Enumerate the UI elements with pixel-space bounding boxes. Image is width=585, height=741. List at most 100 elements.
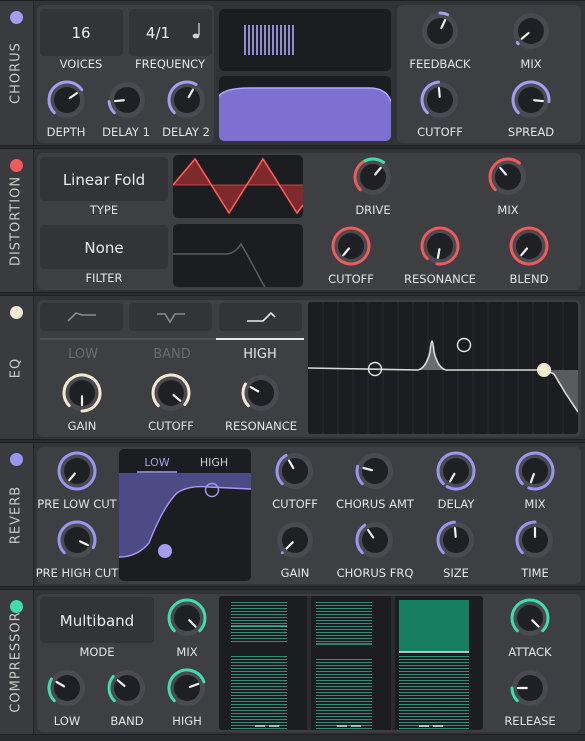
- compressor-band-knob[interactable]: [106, 667, 148, 709]
- distortion-filter-value: None: [84, 239, 124, 257]
- time-knob[interactable]: [514, 519, 556, 561]
- reverb-tab-high[interactable]: HIGH: [200, 456, 228, 469]
- reverb-gain-knob[interactable]: [274, 519, 316, 561]
- distortion-mix-knob[interactable]: [487, 156, 529, 198]
- eq-enable-toggle[interactable]: [10, 306, 23, 319]
- distortion-cutoff-knob[interactable]: [330, 225, 372, 267]
- compressor-mode-label: MODE: [79, 645, 115, 659]
- chorus-mix-knob[interactable]: [510, 10, 552, 52]
- pre-low-cut-knob[interactable]: [56, 450, 98, 492]
- pre-high-cut-knob[interactable]: [56, 519, 98, 561]
- eq-low-shape-button[interactable]: [40, 303, 123, 331]
- chorus-amt-knob[interactable]: [354, 450, 396, 492]
- distortion-resonance-knob[interactable]: [419, 225, 461, 267]
- compressor-title: COMPRESSOR: [8, 611, 24, 713]
- feedback-knob[interactable]: [419, 10, 461, 52]
- distortion-filter-display[interactable]: [173, 224, 303, 287]
- chorus-filter-display[interactable]: [219, 76, 391, 141]
- size-knob[interactable]: [435, 519, 477, 561]
- distortion-cutoff-label: CUTOFF: [328, 272, 374, 286]
- high-shelf-icon: [247, 311, 276, 322]
- reverb-section: REVERB PRE LOW CUT PRE HIGH CUT LOW HIGH…: [0, 442, 585, 587]
- chorus-frq-knob[interactable]: [354, 519, 396, 561]
- chorus-enable-toggle[interactable]: [10, 11, 23, 24]
- distortion-enable-toggle[interactable]: [10, 159, 23, 172]
- reverb-title: REVERB: [8, 485, 24, 544]
- chorus-cutoff-label: CUTOFF: [417, 125, 463, 139]
- eq-band-node[interactable]: [456, 337, 472, 353]
- chorus-amt-label: CHORUS AMT: [336, 497, 414, 511]
- reverb-delay-label: DELAY: [437, 497, 475, 511]
- drive-knob[interactable]: [352, 156, 394, 198]
- distortion-type-label: TYPE: [89, 203, 119, 217]
- release-knob[interactable]: [509, 667, 551, 709]
- compressor-mix-label: MIX: [176, 645, 198, 659]
- voices-label: VOICES: [59, 57, 103, 71]
- reverb-eq-display[interactable]: [119, 449, 251, 581]
- time-label: TIME: [521, 566, 549, 580]
- chorus-cutoff-knob[interactable]: [419, 79, 461, 121]
- feedback-label: FEEDBACK: [409, 57, 471, 71]
- depth-knob[interactable]: [46, 79, 88, 121]
- eq-cutoff-knob[interactable]: [150, 372, 192, 414]
- eq-gain-knob[interactable]: [61, 372, 103, 414]
- compressor-sidebar: COMPRESSOR: [0, 590, 34, 734]
- delay2-knob[interactable]: [166, 79, 208, 121]
- eq-high-shape-button[interactable]: [219, 303, 302, 331]
- compressor-mode-value: Multiband: [59, 612, 135, 630]
- chorus-title: CHORUS: [8, 42, 24, 104]
- depth-label: DEPTH: [46, 125, 86, 139]
- distortion-wave-display: [173, 155, 303, 218]
- chorus-sidebar: CHORUS: [0, 1, 34, 145]
- reverb-cutoff-label: CUTOFF: [272, 497, 318, 511]
- eq-resonance-label: RESONANCE: [225, 419, 297, 433]
- compressor-low-knob[interactable]: [46, 667, 88, 709]
- eighth-note-icon[interactable]: [190, 21, 204, 41]
- reverb-mix-label: MIX: [524, 497, 546, 511]
- compressor-high-label: HIGH: [172, 714, 202, 728]
- compressor-band-label: BAND: [110, 714, 144, 728]
- distortion-section: DISTORTION Linear Fold TYPE None FILTER …: [0, 148, 585, 293]
- frequency-label: FREQUENCY: [134, 57, 206, 71]
- compressor-mix-knob[interactable]: [166, 597, 208, 639]
- delay1-knob[interactable]: [106, 79, 148, 121]
- compressor-high-knob[interactable]: [166, 667, 208, 709]
- attack-knob[interactable]: [509, 597, 551, 639]
- pre-low-cut-label: PRE LOW CUT: [37, 497, 117, 511]
- blend-knob[interactable]: [508, 225, 550, 267]
- distortion-type-value: Linear Fold: [62, 171, 146, 189]
- blend-label: BLEND: [509, 272, 549, 286]
- eq-band-shape-button[interactable]: [129, 303, 212, 331]
- reverb-low-node[interactable]: [158, 544, 172, 558]
- voices-value: 16: [71, 24, 91, 42]
- low-shelf-icon: [67, 312, 96, 322]
- eq-band-low[interactable]: LOW: [68, 347, 98, 362]
- eq-band-band[interactable]: BAND: [153, 347, 191, 362]
- release-label: RELEASE: [504, 714, 556, 728]
- distortion-mix-label: MIX: [497, 203, 519, 217]
- reverb-sidebar: REVERB: [0, 443, 34, 586]
- reverb-tab-low[interactable]: LOW: [144, 456, 169, 469]
- reverb-mix-knob[interactable]: [514, 450, 556, 492]
- eq-gain-label: GAIN: [67, 419, 97, 433]
- reverb-gain-label: GAIN: [280, 566, 310, 580]
- eq-resonance-knob[interactable]: [240, 372, 282, 414]
- delay2-label: DELAY 2: [162, 125, 210, 139]
- eq-band-high[interactable]: HIGH: [243, 347, 276, 362]
- reverb-cutoff-knob[interactable]: [274, 450, 316, 492]
- eq-section: EQ LOW BAND HIGH GAIN CUTOFF RESONANCE: [0, 295, 585, 440]
- eq-cutoff-label: CUTOFF: [148, 419, 194, 433]
- attack-label: ATTACK: [508, 645, 552, 659]
- reverb-delay-knob[interactable]: [435, 450, 477, 492]
- frequency-value: 4/1: [145, 24, 171, 42]
- spread-knob[interactable]: [510, 79, 552, 121]
- eq-sidebar: EQ: [0, 296, 34, 439]
- distortion-sidebar: DISTORTION: [0, 149, 34, 292]
- size-label: SIZE: [443, 566, 469, 580]
- compressor-meter-display[interactable]: [219, 596, 483, 730]
- chorus-voices-display: [219, 9, 391, 71]
- eq-high-node[interactable]: [537, 363, 551, 377]
- eq-response-graph[interactable]: [308, 302, 578, 434]
- eq-title: EQ: [8, 357, 24, 378]
- reverb-enable-toggle[interactable]: [10, 453, 23, 466]
